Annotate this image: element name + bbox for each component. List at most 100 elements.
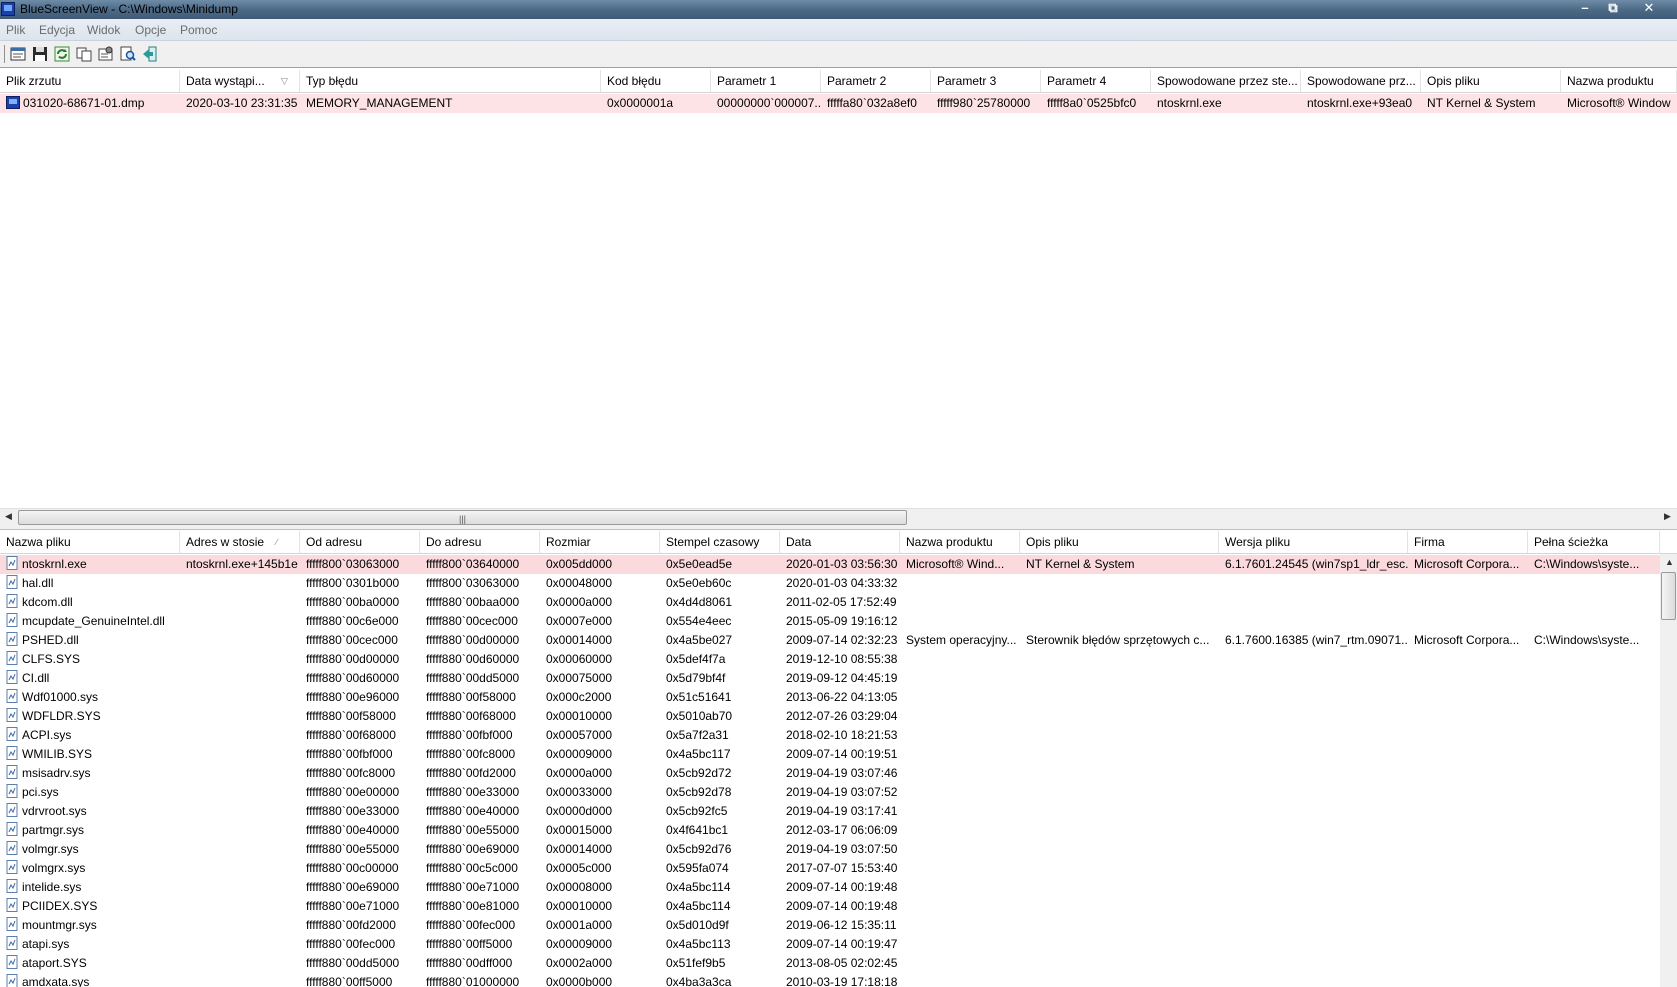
col-parametr-3[interactable]: Parametr 3: [931, 70, 1041, 92]
driver-row[interactable]: WMILIB.SYS fffff880`00fbf000 fffff880`00fc…: [0, 745, 1660, 764]
col-opis-pliku-lower[interactable]: Opis pliku: [1020, 531, 1219, 553]
driver-row[interactable]: ntoskrnl.exe ntoskrnl.exe+145b1e fffff800`…: [0, 555, 1660, 574]
save-icon[interactable]: [31, 45, 49, 63]
driver-file-cell: partmgr.sys: [0, 821, 180, 840]
col-nazwa-pliku[interactable]: Nazwa pliku: [0, 531, 180, 553]
col-rozmiar[interactable]: Rozmiar: [540, 531, 660, 553]
vertical-scroll-thumb[interactable]: [1661, 572, 1676, 620]
copy-icon[interactable]: [75, 45, 93, 63]
full-path: [1528, 954, 1660, 973]
file-icon: [6, 727, 18, 741]
col-do-adresu[interactable]: Do adresu: [420, 531, 540, 553]
col-stempel-czasowy[interactable]: Stempel czasowy: [660, 531, 780, 553]
company: [1408, 783, 1528, 802]
driver-row[interactable]: kdcom.dll fffff880`00ba0000 fffff880`00baa…: [0, 593, 1660, 612]
col-spowodowane-przez-sterownik[interactable]: Spowodowane przez ste...: [1151, 70, 1301, 92]
horizontal-scrollbar[interactable]: ◀ ||| ▶: [0, 508, 1677, 525]
scroll-up-icon[interactable]: ▲: [1665, 557, 1674, 567]
find-icon[interactable]: [119, 45, 137, 63]
driver-row[interactable]: amdxata.sys fffff880`00ff5000 fffff880`010…: [0, 973, 1660, 987]
close-button[interactable]: ✕: [1627, 0, 1671, 18]
driver-row[interactable]: volmgrx.sys fffff880`00c00000 fffff880`00c…: [0, 859, 1660, 878]
driver-row[interactable]: PCIIDEX.SYS fffff880`00e71000 fffff880`00e…: [0, 897, 1660, 916]
col-kod-bledu[interactable]: Kod błędu: [601, 70, 711, 92]
driver-row[interactable]: volmgr.sys fffff880`00e55000 fffff880`00e6…: [0, 840, 1660, 859]
file-icon: [6, 613, 18, 627]
scroll-right-icon[interactable]: ▶: [1664, 511, 1671, 522]
driver-row[interactable]: CI.dll fffff880`00d60000 fffff880`00dd5000…: [0, 669, 1660, 688]
col-plik-zrzutu[interactable]: Plik zrzutu: [0, 70, 180, 92]
to-address: fffff880`00e71000: [426, 880, 520, 894]
file-version: [1219, 935, 1408, 954]
vertical-scrollbar[interactable]: ▲: [1660, 554, 1677, 987]
crash-row[interactable]: 031020-68671-01.dmp 2020-03-10 23:31:35 …: [0, 94, 1677, 113]
driver-file-name: CLFS.SYS: [22, 652, 81, 666]
col-nazwa-produktu[interactable]: Nazwa produktu: [1561, 70, 1677, 92]
driver-file-cell: vdrvroot.sys: [0, 802, 180, 821]
driver-row[interactable]: WDFLDR.SYS fffff880`00f58000 fffff880`00f6…: [0, 707, 1660, 726]
col-adres-w-stosie[interactable]: Adres w stosie: [180, 531, 300, 553]
options-icon[interactable]: [97, 45, 115, 63]
file-version: [1219, 821, 1408, 840]
stack-address: [180, 973, 300, 987]
scroll-left-icon[interactable]: ◀: [5, 511, 12, 522]
from-address: fffff880`00c6e000: [306, 614, 399, 628]
col-parametr-4[interactable]: Parametr 4: [1041, 70, 1151, 92]
menu-opcje[interactable]: Opcje: [135, 23, 166, 37]
col-data[interactable]: Data: [780, 531, 900, 553]
from-address: fffff880`00e40000: [306, 823, 400, 837]
sort-indicator-icon: ∕: [276, 537, 278, 547]
driver-row[interactable]: hal.dll fffff800`0301b000 fffff800`0306300…: [0, 574, 1660, 593]
driver-row[interactable]: ataport.SYS fffff880`00dd5000 fffff880`00d…: [0, 954, 1660, 973]
to-address: fffff880`01000000: [426, 975, 520, 987]
to-address: fffff880`00c5c000: [426, 861, 518, 875]
file-icon: [6, 879, 18, 893]
exit-icon[interactable]: [141, 45, 159, 63]
driver-row[interactable]: Wdf01000.sys fffff880`00e96000 fffff880`00…: [0, 688, 1660, 707]
driver-row[interactable]: CLFS.SYS fffff880`00d00000 fffff880`00d600…: [0, 650, 1660, 669]
maximize-button[interactable]: ⧉: [1599, 0, 1627, 18]
menu-widok[interactable]: Widok: [87, 23, 120, 37]
company: [1408, 954, 1528, 973]
size: 0x00075000: [546, 671, 613, 685]
refresh-icon[interactable]: [53, 45, 71, 63]
col-nazwa-produktu-lower[interactable]: Nazwa produktu: [900, 531, 1020, 553]
driver-file-name: atapi.sys: [22, 937, 70, 951]
col-od-adresu[interactable]: Od adresu: [300, 531, 420, 553]
driver-row[interactable]: vdrvroot.sys fffff880`00e33000 fffff880`00…: [0, 802, 1660, 821]
driver-row[interactable]: mcupdate_GenuineIntel.dll fffff880`00c6e0…: [0, 612, 1660, 631]
stack-address: [180, 897, 300, 916]
menu-edycja[interactable]: Edycja: [39, 23, 75, 37]
minimize-button[interactable]: –: [1571, 0, 1599, 18]
driver-file-cell: CI.dll: [0, 669, 180, 688]
driver-row[interactable]: mountmgr.sys fffff880`00fd2000 fffff880`00…: [0, 916, 1660, 935]
horizontal-scroll-thumb[interactable]: |||: [18, 510, 907, 525]
col-wersja-pliku[interactable]: Wersja pliku: [1219, 531, 1408, 553]
driver-file-cell: WDFLDR.SYS: [0, 707, 180, 726]
driver-row[interactable]: ACPI.sys fffff880`00f68000 fffff880`00fbf0…: [0, 726, 1660, 745]
col-opis-pliku[interactable]: Opis pliku: [1421, 70, 1561, 92]
driver-row[interactable]: msisadrv.sys fffff880`00fc8000 fffff880`00…: [0, 764, 1660, 783]
menu-pomoc[interactable]: Pomoc: [180, 23, 217, 37]
timestamp: 0x4d4d8061: [666, 595, 733, 609]
col-spowodowane-przez-adres[interactable]: Spowodowane prz...: [1301, 70, 1421, 92]
driver-row[interactable]: PSHED.dll fffff880`00cec000 fffff880`00d00…: [0, 631, 1660, 650]
crash-list-pane: Plik zrzutu Data wystąpi... Typ błędu Ko…: [0, 70, 1677, 508]
driver-row[interactable]: partmgr.sys fffff880`00e40000 fffff880`00e…: [0, 821, 1660, 840]
file-version: [1219, 726, 1408, 745]
driver-row[interactable]: atapi.sys fffff880`00fec000 fffff880`00ff5…: [0, 935, 1660, 954]
properties-icon[interactable]: [9, 45, 27, 63]
product-name: [900, 745, 1020, 764]
col-firma[interactable]: Firma: [1408, 531, 1528, 553]
menu-plik[interactable]: Plik: [6, 23, 25, 37]
to-address: fffff880`00baa000: [426, 595, 520, 609]
col-pelna-sciezka[interactable]: Pełna ścieżka: [1528, 531, 1660, 553]
col-parametr-1[interactable]: Parametr 1: [711, 70, 821, 92]
driver-row[interactable]: pci.sys fffff880`00e00000 fffff880`00e3300…: [0, 783, 1660, 802]
product-name: [900, 707, 1020, 726]
driver-row[interactable]: intelide.sys fffff880`00e69000 fffff880`00…: [0, 878, 1660, 897]
col-parametr-2[interactable]: Parametr 2: [821, 70, 931, 92]
driver-file-cell: hal.dll: [0, 574, 180, 593]
col-typ-bledu[interactable]: Typ błędu: [300, 70, 601, 92]
pane-splitter[interactable]: [0, 525, 1677, 530]
